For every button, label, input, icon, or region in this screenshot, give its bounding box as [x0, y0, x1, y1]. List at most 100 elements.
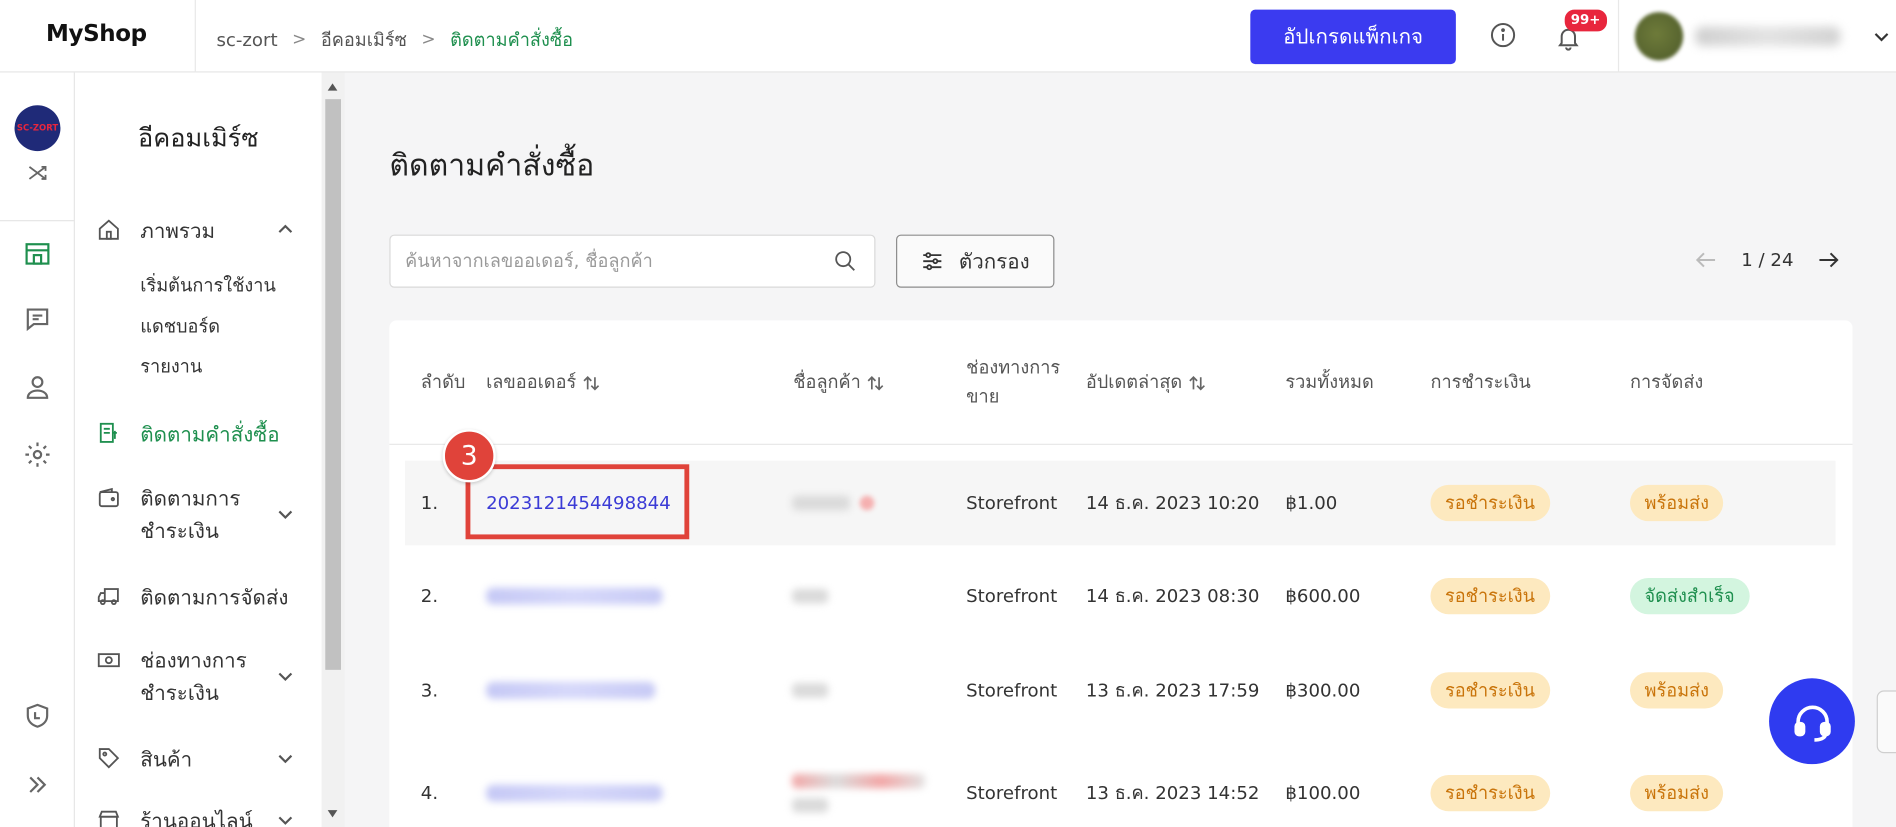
customer-name-redacted[interactable]	[792, 751, 926, 827]
step-number-badge: 3	[442, 429, 496, 483]
updated-cell: 13 ธ.ค. 2023 17:59	[1085, 679, 1260, 702]
search-input[interactable]	[405, 235, 829, 287]
arrow-right-icon[interactable]	[1815, 247, 1842, 274]
upgrade-package-button[interactable]: อัปเกรดแพ็กเกจ	[1250, 9, 1456, 65]
user-name-redacted[interactable]	[1695, 26, 1841, 46]
chevron-down-icon[interactable]	[276, 748, 295, 767]
highlight-box	[465, 464, 690, 540]
side-panel-toggle[interactable]	[1876, 690, 1896, 754]
breadcrumb-item-ecommerce[interactable]: อีคอมเมิร์ซ	[321, 25, 407, 54]
sort-icon[interactable]	[866, 373, 885, 392]
column-header-total: รวมทั้งหมด	[1285, 371, 1374, 393]
shield-icon[interactable]	[23, 701, 52, 730]
truck-icon	[97, 588, 119, 606]
order-number-link-redacted[interactable]	[486, 554, 663, 639]
header-divider	[1617, 0, 1620, 73]
payment-status-badge: รอชำระเงิน	[1430, 484, 1550, 522]
store-icon	[98, 810, 120, 827]
sort-icon[interactable]	[1187, 373, 1206, 392]
gear-icon[interactable]	[23, 440, 52, 469]
column-header-customer[interactable]: ชื่อลูกค้า	[793, 368, 885, 397]
table-row[interactable]: 4. Storefront 13 ธ.ค. 2023 14:52 ฿100.00…	[405, 751, 1835, 827]
avatar[interactable]	[1634, 12, 1684, 61]
sidebar: อีคอมเมิร์ซ ภาพรวม เริ่มต้นการใช้งาน แดช…	[74, 72, 322, 827]
chevron-down-icon[interactable]	[276, 810, 295, 827]
sliders-icon	[923, 252, 942, 271]
brand-logo[interactable]: MyShop	[46, 21, 147, 48]
store-front-icon[interactable]	[23, 239, 52, 268]
shipping-status-badge: จัดส่งสำเร็จ	[1630, 577, 1750, 615]
store-logo[interactable]: SC-ZORT	[14, 105, 61, 152]
top-header: MyShop sc-zort > อีคอมเมิร์ซ > ติดตามคำส…	[0, 0, 1896, 73]
sidebar-item-products[interactable]: สินค้า	[97, 744, 293, 777]
order-number-link-redacted[interactable]	[486, 751, 663, 827]
scroll-down-arrow[interactable]	[327, 810, 338, 818]
support-chat-button[interactable]	[1769, 678, 1855, 765]
sidebar-item-online-store[interactable]: ร้านออนไลน์	[97, 805, 293, 827]
notification-badge: 99+	[1564, 9, 1607, 32]
scrollbar-thumb[interactable]	[325, 99, 341, 670]
sidebar-item-label: ติดตามการ ชำระเงิน	[140, 487, 241, 545]
sort-icon[interactable]	[581, 373, 600, 392]
customer-name-redacted[interactable]	[792, 554, 829, 639]
chevron-down-icon[interactable]	[276, 666, 295, 685]
channel-cell: Storefront	[966, 782, 1058, 805]
sidebar-item-overview[interactable]: ภาพรวม	[97, 215, 293, 248]
chevron-right-icon: >	[292, 30, 307, 50]
cash-icon	[97, 653, 120, 668]
sidebar-item-order-tracking[interactable]: ติดตามคำสั่งซื้อ	[97, 418, 280, 451]
shipping-status-badge: พร้อมส่ง	[1630, 484, 1724, 522]
info-icon[interactable]	[1490, 22, 1517, 49]
order-number-link-redacted[interactable]	[486, 648, 656, 733]
row-index: 4.	[420, 782, 439, 805]
arrow-left-icon[interactable]	[1693, 247, 1720, 274]
total-cell: ฿600.00	[1285, 585, 1361, 607]
table-row[interactable]: 2. Storefront 14 ธ.ค. 2023 08:30 ฿600.00…	[405, 554, 1835, 639]
scroll-up-arrow[interactable]	[327, 83, 338, 91]
customer-name-redacted[interactable]	[792, 648, 829, 733]
updated-cell: 14 ธ.ค. 2023 08:30	[1085, 585, 1260, 607]
expand-icon[interactable]	[23, 770, 52, 799]
sidebar-subitem-getting-started[interactable]: เริ่มต้นการใช้งาน	[140, 271, 276, 300]
chevron-down-icon[interactable]	[276, 504, 295, 523]
wallet-icon	[98, 487, 119, 508]
breadcrumb: sc-zort > อีคอมเมิร์ซ > ติดตามคำสั่งซื้อ	[216, 25, 573, 54]
column-header-channel: ช่องทางการ ขาย	[966, 356, 1061, 408]
sidebar-title: อีคอมเมิร์ซ	[138, 123, 259, 153]
table-row[interactable]: 3. Storefront 13 ธ.ค. 2023 17:59 ฿300.00…	[405, 648, 1835, 733]
column-header-index: ลำดับ	[420, 371, 466, 393]
updated-cell: 13 ธ.ค. 2023 14:52	[1085, 782, 1260, 805]
search-icon[interactable]	[833, 249, 857, 273]
sidebar-item-label: สินค้า	[140, 748, 193, 773]
column-header-order-no[interactable]: เลขออเดอร์	[486, 368, 600, 397]
channel-cell: Storefront	[966, 585, 1058, 607]
user-icon[interactable]	[23, 372, 52, 401]
breadcrumb-item-store[interactable]: sc-zort	[216, 29, 277, 51]
sidebar-subitem-dashboard[interactable]: แดชบอร์ด	[140, 312, 220, 341]
total-cell: ฿100.00	[1285, 782, 1361, 805]
payment-status-badge: รอชำระเงิน	[1430, 775, 1550, 812]
search-box[interactable]	[389, 234, 876, 288]
sidebar-item-payment-tracking[interactable]: ติดตามการ ชำระเงิน	[97, 484, 293, 549]
payment-status-badge: รอชำระเงิน	[1430, 672, 1550, 709]
chevron-up-icon[interactable]	[276, 220, 295, 239]
column-header-updated[interactable]: อัปเดตล่าสุด	[1086, 368, 1207, 397]
chat-icon[interactable]	[23, 305, 52, 334]
sidebar-scrollbar[interactable]	[321, 72, 345, 827]
customer-name-redacted[interactable]	[792, 461, 875, 546]
column-header-shipping: การจัดส่ง	[1630, 371, 1704, 393]
chevron-down-icon[interactable]	[1872, 27, 1891, 46]
sidebar-subitem-report[interactable]: รายงาน	[140, 352, 202, 381]
total-cell: ฿300.00	[1285, 679, 1361, 702]
rail-divider	[0, 220, 75, 222]
row-index: 1.	[420, 492, 439, 514]
sidebar-item-label: ติดตามคำสั่งซื้อ	[140, 423, 280, 448]
channel-cell: Storefront	[966, 679, 1058, 702]
orders-table: ลำดับ เลขออเดอร์ ชื่อลูกค้า ช่องทางการ ข…	[389, 320, 1853, 827]
filter-button[interactable]: ตัวกรอง	[896, 234, 1055, 288]
switch-icon[interactable]	[25, 161, 49, 185]
sidebar-item-shipping-tracking[interactable]: ติดตามการจัดส่ง	[97, 582, 289, 615]
column-header-payment: การชำระเงิน	[1430, 371, 1531, 393]
header-divider	[389, 443, 1853, 445]
sidebar-item-payment-channels[interactable]: ช่องทางการ ชำระเงิน	[97, 646, 293, 711]
